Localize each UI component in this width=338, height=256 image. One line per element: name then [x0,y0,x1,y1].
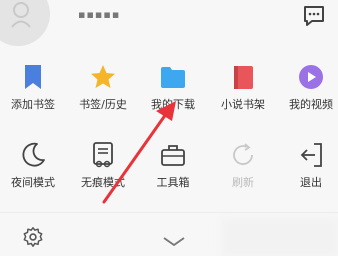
user-icon [11,2,31,28]
toolbox-button[interactable]: 工具箱 [142,134,204,200]
moon-icon [18,140,48,170]
incognito-mode-label: 无痕模式 [81,176,125,189]
novel-shelf-label: 小说书架 [221,98,265,111]
my-downloads-label: 我的下载 [151,98,195,111]
username: ▪▪▪▪▪ [78,8,121,21]
star-icon [88,62,118,92]
add-bookmark-button[interactable]: 添加书签 [2,56,64,122]
book-icon [228,62,258,92]
refresh-label: 刷新 [232,176,254,189]
night-mode-label: 夜间模式 [11,176,55,189]
folder-icon [158,62,188,92]
refresh-button[interactable]: 刷新 [212,134,274,200]
message-icon[interactable] [302,4,326,32]
blurred-area [222,218,338,256]
exit-button[interactable]: 退出 [280,134,338,200]
quick-actions-row-1: 添加书签 书签/历史 我的下载 小说书架 我的视频 [0,56,338,122]
incognito-mode-button[interactable]: 无痕模式 [72,134,134,200]
my-videos-button[interactable]: 我的视频 [280,56,338,122]
my-downloads-button[interactable]: 我的下载 [142,56,204,122]
toolbox-label: 工具箱 [156,176,190,189]
exit-icon [296,140,326,170]
quick-actions-row-2: 夜间模式 无痕模式 工具箱 刷新 退出 [0,134,338,200]
bookmarks-history-label: 书签/历史 [79,98,127,111]
bookmarks-history-button[interactable]: 书签/历史 [72,56,134,122]
play-icon [296,62,326,92]
my-videos-label: 我的视频 [289,98,333,111]
gear-icon[interactable] [22,226,44,252]
bookmark-icon [18,62,48,92]
refresh-icon [228,140,258,170]
incognito-icon [88,140,118,170]
avatar[interactable] [0,0,50,46]
add-bookmark-label: 添加书签 [11,98,55,111]
exit-label: 退出 [300,176,322,189]
account-header: ▪▪▪▪▪ [0,0,338,46]
toolbox-icon [158,140,188,170]
chevron-down-icon[interactable] [162,233,186,252]
novel-shelf-button[interactable]: 小说书架 [212,56,274,122]
night-mode-button[interactable]: 夜间模式 [2,134,64,200]
